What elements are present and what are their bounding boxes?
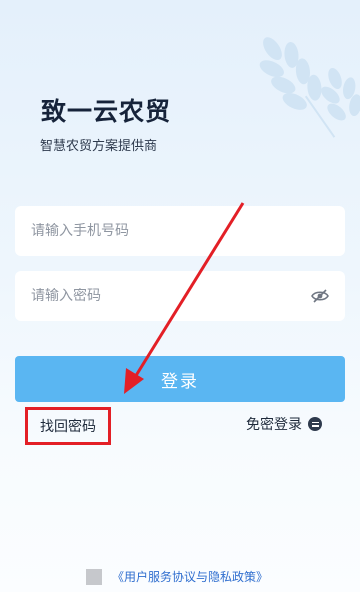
eye-off-icon[interactable] — [311, 289, 329, 303]
password-input[interactable] — [31, 288, 303, 304]
app-subtitle: 智慧农贸方案提供商 — [40, 139, 158, 154]
find-password-link[interactable]: 找回密码 — [25, 407, 111, 445]
menu-circle-icon — [308, 417, 322, 431]
login-button[interactable]: 登录 — [15, 356, 345, 402]
code-login-label: 免密登录 — [246, 417, 302, 433]
agreement-link[interactable]: 《用户服务协议与隐私政策》 — [112, 568, 268, 585]
password-field[interactable] — [15, 271, 345, 321]
find-password-label: 找回密码 — [40, 419, 96, 435]
phone-input[interactable] — [31, 223, 329, 239]
agreement-row: 《用户服务协议与隐私政策》 — [86, 568, 268, 585]
app-title: 致一云农贸 — [41, 97, 172, 126]
wheat-icon — [259, 37, 360, 138]
code-login-link[interactable]: 免密登录 — [246, 414, 322, 434]
agree-checkbox[interactable] — [86, 568, 102, 585]
phone-field[interactable] — [15, 206, 345, 256]
